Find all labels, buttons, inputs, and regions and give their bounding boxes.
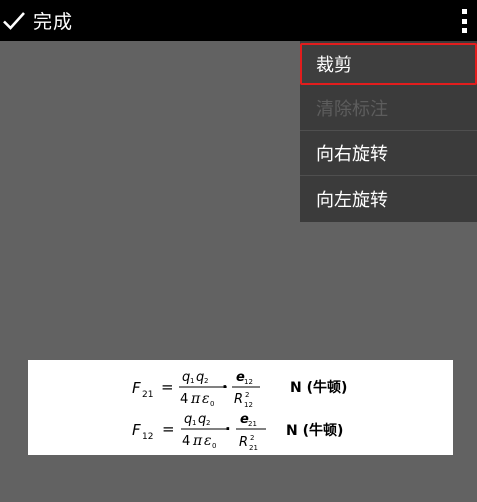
check-icon <box>3 11 25 30</box>
f12-den-pi: π <box>192 433 203 449</box>
f21-var: F <box>132 379 141 397</box>
f12-equals: = <box>162 420 175 438</box>
formula-f21: F 21 = q 1 q 2 4 π ε 0 · e 12 R 12 2 N (… <box>132 370 347 409</box>
overflow-menu: 裁剪 清除标注 向右旋转 向左旋转 <box>300 41 477 222</box>
f12-e-sub: 21 <box>248 420 257 428</box>
formula-image: F 21 = q 1 q 2 4 π ε 0 · e 12 R 12 2 N (… <box>28 360 453 455</box>
overflow-dot <box>461 28 467 33</box>
f21-den-eps-sub: 0 <box>210 400 214 408</box>
menu-item-crop[interactable]: 裁剪 <box>300 43 477 85</box>
f21-den-eps: ε <box>202 391 210 407</box>
overflow-dot <box>461 9 467 14</box>
f21-num-a-sub: 1 <box>190 377 194 385</box>
f12-dot: · <box>225 420 231 438</box>
f12-unit: N (牛顿) <box>286 422 343 439</box>
f21-den-pi: π <box>190 391 201 407</box>
menu-item-clear-annotations: 清除标注 <box>300 86 477 131</box>
f12-den-coef: 4 <box>182 434 190 449</box>
f21-dot: · <box>222 378 228 396</box>
done-label: 完成 <box>33 11 74 33</box>
f12-sub: 12 <box>142 432 153 442</box>
f12-r-sup: 2 <box>250 434 254 442</box>
f21-r-var: R <box>234 392 243 407</box>
f21-sub: 21 <box>142 390 153 400</box>
f21-den-coef: 4 <box>180 392 188 407</box>
f21-r-sub: 12 <box>244 401 253 409</box>
f21-r-sup: 2 <box>245 391 249 399</box>
top-action-bar: 完成 <box>0 0 477 41</box>
f21-e-sub: 12 <box>244 378 253 386</box>
f21-unit: N (牛顿) <box>290 379 347 396</box>
done-button[interactable]: 完成 <box>0 0 73 41</box>
overflow-dot <box>461 18 467 24</box>
coulomb-formula: F 21 = q 1 q 2 4 π ε 0 · e 12 R 12 2 N (… <box>132 370 347 452</box>
f12-num-b-sub: 2 <box>206 419 210 427</box>
f21-equals: = <box>161 378 174 396</box>
f21-num-b-sub: 2 <box>204 377 208 385</box>
f12-num-a-sub: 1 <box>192 419 196 427</box>
f12-r-sub: 21 <box>249 444 258 452</box>
menu-item-rotate-right[interactable]: 向右旋转 <box>300 131 477 176</box>
f12-r-var: R <box>239 435 248 450</box>
f12-var: F <box>132 421 141 439</box>
overflow-menu-icon[interactable] <box>457 7 471 35</box>
f12-den-eps: ε <box>204 433 212 449</box>
formula-f12: F 12 = q 1 q 2 4 π ε 0 · e 21 R 21 2 N (… <box>132 412 343 452</box>
menu-item-rotate-left[interactable]: 向左旋转 <box>300 176 477 222</box>
f12-den-eps-sub: 0 <box>212 442 216 450</box>
